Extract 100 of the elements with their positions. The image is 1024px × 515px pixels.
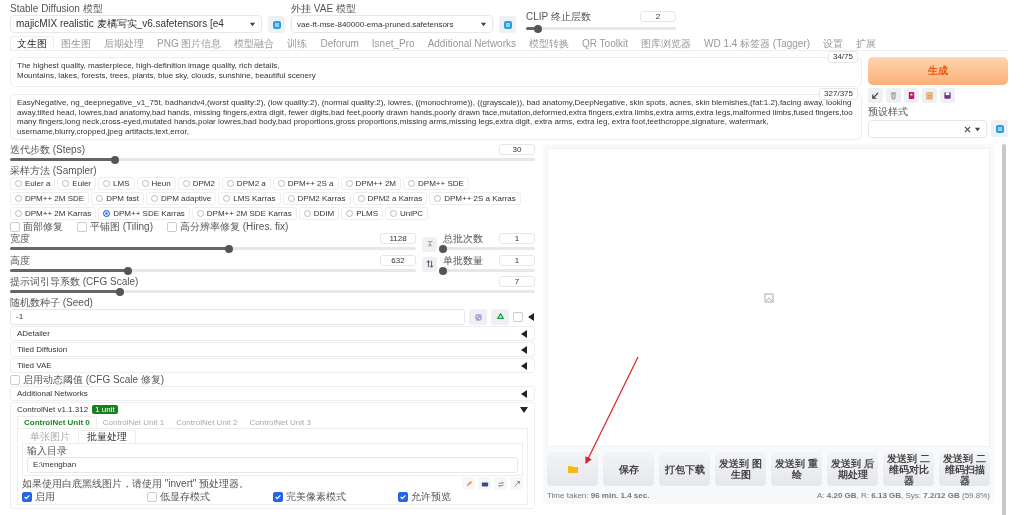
panel-title: ControlNet v1.1.312	[17, 404, 89, 415]
slider-handle[interactable]	[116, 287, 125, 296]
field-label: 随机数种子 (Seed)	[10, 297, 94, 308]
radio-option[interactable]: LMS Karras	[218, 192, 281, 205]
radio-option[interactable]: DPM++ 2M	[340, 177, 402, 190]
accordion-header[interactable]: Additional Networks	[10, 386, 535, 401]
slider-track[interactable]	[10, 269, 416, 272]
refresh-button[interactable]	[268, 16, 285, 33]
expand-icon[interactable]	[520, 361, 528, 370]
book-icon[interactable]	[904, 88, 919, 103]
tab[interactable]: ControlNet Unit 0	[17, 416, 97, 428]
hint-text: 如果使用白底黑线图片，请使用 "invert" 预处理器。	[22, 478, 250, 489]
tab[interactable]: 批量处理	[78, 430, 136, 443]
gallery-button[interactable]: 保存	[603, 452, 654, 486]
radio-option[interactable]: DPM2	[177, 177, 220, 190]
collapse-icon[interactable]	[520, 405, 528, 414]
radio-option[interactable]: Euler a	[10, 177, 56, 190]
clipboard-icon[interactable]	[922, 88, 937, 103]
field-label: Stable Diffusion 模型	[10, 3, 104, 14]
radio-option[interactable]: LMS	[98, 177, 135, 190]
slider-handle[interactable]	[534, 24, 542, 33]
radio-option[interactable]: DPM adaptive	[146, 192, 217, 205]
camera-icon[interactable]	[478, 477, 491, 490]
directory-field[interactable]: E:\mengban	[27, 457, 518, 473]
scrollbar[interactable]	[1002, 144, 1006, 515]
gallery-button[interactable]: 打包下载	[659, 452, 710, 486]
caret-icon	[974, 125, 981, 133]
accordion-header[interactable]: Tiled VAE	[10, 358, 535, 373]
gallery-button[interactable]: 发送到 重绘	[771, 452, 822, 486]
radio-option[interactable]: DPM++ 2M Karras	[10, 207, 97, 220]
gallery-button[interactable]: 发送到 后期处理	[827, 452, 878, 486]
gallery-button[interactable]: 发送到 二维码扫描器	[939, 452, 990, 486]
clear-icon[interactable]	[964, 125, 971, 133]
checkbox-label: 启用	[35, 491, 55, 502]
tab[interactable]: 文生图	[10, 36, 54, 50]
model-dropdown[interactable]: majicMIX realistic 麦橘写实_v6.safetensors [e4	[10, 15, 262, 33]
accordion-header[interactable]: ADetailer	[10, 326, 535, 341]
checkbox[interactable]	[272, 491, 283, 502]
radio-option[interactable]: DPM++ 2S a Karras	[429, 192, 521, 205]
refresh-button[interactable]	[991, 120, 1008, 137]
gallery-button[interactable]: 发送到 图生图	[715, 452, 766, 486]
arrow-icon[interactable]	[510, 477, 523, 490]
unit-badge: 1 unit	[92, 405, 118, 414]
expand-icon[interactable]	[527, 313, 535, 321]
slider-track[interactable]	[10, 247, 416, 250]
expand-icon[interactable]	[520, 389, 528, 398]
field-label: 外挂 VAE 模型	[291, 3, 357, 14]
checkbox[interactable]	[397, 491, 408, 502]
slider-handle[interactable]	[123, 266, 132, 275]
checkbox-label: 面部修复	[23, 221, 63, 232]
radio-option[interactable]: DPM++ SDE	[403, 177, 469, 190]
field-label: 预设样式	[868, 106, 909, 117]
number-field[interactable]: 1	[499, 233, 535, 244]
swap-icon[interactable]	[422, 256, 437, 272]
radio-option[interactable]: DPM++ 2S a	[272, 177, 339, 190]
checkbox[interactable]	[22, 491, 32, 502]
field-label: 输入目录	[27, 445, 68, 456]
expand-icon[interactable]	[520, 345, 528, 354]
refresh-button[interactable]	[499, 16, 516, 33]
number-field[interactable]: 1128	[380, 233, 416, 244]
slider-handle[interactable]	[111, 155, 119, 164]
number-field[interactable]: 7	[499, 276, 535, 287]
expand-icon[interactable]	[520, 329, 528, 338]
caret-icon	[480, 20, 487, 28]
field-label: 提示词引导系数 (CFG Scale)	[10, 276, 139, 287]
slider-handle[interactable]	[439, 266, 447, 275]
number-field[interactable]: 30	[499, 144, 535, 155]
vae-dropdown[interactable]: vae-ft-mse-840000-ema-pruned.safetensors	[291, 15, 493, 33]
refresh-icon	[502, 19, 513, 30]
token-counter: 327/375	[819, 88, 858, 100]
field-label: 总批次数	[443, 233, 483, 244]
radio-option[interactable]: Heun	[136, 177, 176, 190]
time-taken-text: Time taken: 96 min. 1.4 sec.	[547, 491, 650, 500]
radio-option[interactable]: DPM fast	[91, 192, 145, 205]
radio-option[interactable]: Euler	[57, 177, 97, 190]
radio-option[interactable]: DDIM	[298, 207, 340, 220]
save-icon[interactable]	[940, 88, 955, 103]
radio-option[interactable]: DPM2 Karras	[282, 192, 351, 205]
field-label: CLIP 终止层数	[526, 11, 591, 22]
slider-handle[interactable]	[439, 244, 447, 253]
radio-option[interactable]: DPM++ SDE Karras	[98, 207, 190, 220]
slider-handle[interactable]	[225, 244, 234, 253]
number-field[interactable]: 632	[380, 255, 416, 266]
radio-option[interactable]: DPM2 a Karras	[352, 192, 428, 205]
radio-option[interactable]: UniPC	[385, 207, 429, 220]
radio-option[interactable]: DPM++ 2M SDE	[10, 192, 90, 205]
radio-option[interactable]: DPM2 a	[221, 177, 271, 190]
field-label: 采样方法 (Sampler)	[10, 165, 98, 176]
accordion-header[interactable]: Tiled Diffusion	[10, 342, 535, 357]
memory-usage-text: A: 4.20 GB, R: 6.13 GB, Sys: 7.2/12 GB (59.8%)	[817, 491, 990, 500]
radio-option[interactable]: PLMS	[341, 207, 383, 220]
number-field[interactable]: 1	[499, 255, 535, 266]
gallery-button[interactable]: 发送到 二维码对比器	[883, 452, 934, 486]
checkbox-label: 启用动态阈值 (CFG Scale 修复)	[23, 374, 165, 385]
radio-option[interactable]: DPM++ 2M SDE Karras	[191, 207, 297, 220]
number-field[interactable]: 2	[640, 11, 676, 22]
seed-field[interactable]: -1	[10, 309, 465, 325]
checkbox-label: 低显存模式	[160, 491, 211, 502]
field-label: 迭代步数 (Steps)	[10, 144, 85, 155]
field-label: 高度	[10, 255, 30, 266]
